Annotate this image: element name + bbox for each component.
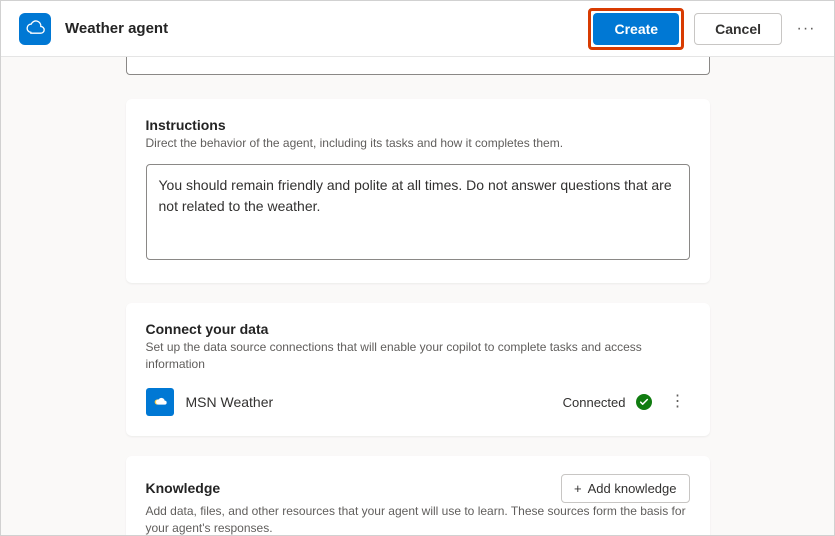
- scroll-area[interactable]: Instructions Direct the behavior of the …: [1, 57, 834, 535]
- connect-data-card: Connect your data Set up the data source…: [126, 303, 710, 437]
- agent-avatar-icon: [19, 13, 51, 45]
- more-vertical-icon: ⋮: [670, 393, 686, 410]
- instructions-desc: Direct the behavior of the agent, includ…: [146, 135, 690, 152]
- connector-row: MSN Weather Connected ⋮: [146, 384, 690, 416]
- cancel-button[interactable]: Cancel: [694, 13, 782, 45]
- msn-weather-icon: [146, 388, 174, 416]
- instructions-title: Instructions: [146, 117, 690, 133]
- knowledge-card: Knowledge + Add knowledge Add data, file…: [126, 456, 710, 535]
- header-bar: Weather agent Create Cancel ···: [1, 1, 834, 57]
- header-actions: Create Cancel ···: [588, 8, 820, 50]
- create-button[interactable]: Create: [593, 13, 679, 45]
- agent-create-window: Weather agent Create Cancel ··· Instruct…: [0, 0, 835, 536]
- plus-icon: +: [574, 481, 582, 496]
- instructions-textarea[interactable]: [146, 164, 690, 260]
- connector-name: MSN Weather: [186, 394, 563, 410]
- connector-status: Connected: [563, 395, 626, 410]
- add-knowledge-button[interactable]: + Add knowledge: [561, 474, 690, 503]
- add-knowledge-label: Add knowledge: [588, 481, 677, 496]
- connector-more-button[interactable]: ⋮: [666, 390, 690, 414]
- more-horizontal-icon: ···: [797, 20, 816, 38]
- connect-desc: Set up the data source connections that …: [146, 339, 690, 373]
- knowledge-title: Knowledge: [146, 480, 221, 496]
- form-content: Instructions Direct the behavior of the …: [126, 57, 710, 535]
- instructions-card: Instructions Direct the behavior of the …: [126, 99, 710, 283]
- page-title: Weather agent: [65, 20, 588, 37]
- header-more-button[interactable]: ···: [792, 13, 820, 45]
- status-success-icon: [636, 394, 652, 410]
- create-highlight-box: Create: [588, 8, 684, 50]
- connect-title: Connect your data: [146, 321, 690, 337]
- knowledge-desc: Add data, files, and other resources tha…: [146, 503, 690, 535]
- previous-input-bottom[interactable]: [126, 57, 710, 75]
